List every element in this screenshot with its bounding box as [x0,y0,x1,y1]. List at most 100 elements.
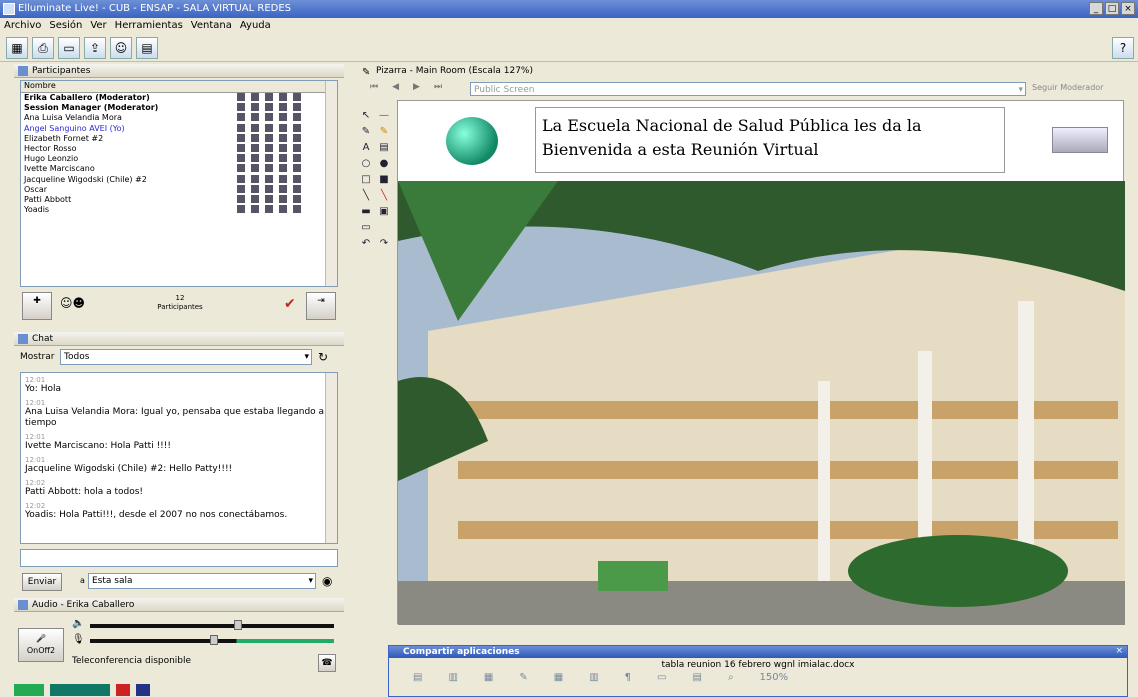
participant-row[interactable]: Session Manager (Moderator) [21,103,337,113]
send-button[interactable]: Enviar [22,573,62,591]
audio-icon[interactable] [265,205,273,214]
eye-icon[interactable]: ◉ [322,574,332,588]
audio-icon[interactable] [265,164,273,173]
paste-icon[interactable]: ▥ [448,672,457,683]
status-icons[interactable]: ☺☻ [60,296,85,310]
paragraph-icon[interactable]: ¶ [625,672,631,683]
whiteboard-permission-icon[interactable] [279,143,287,152]
layout-view-icon[interactable]: ▤ [692,672,701,683]
pen-permission-icon[interactable] [293,194,301,203]
participant-row[interactable]: Erika Caballero (Moderator) [21,93,337,103]
pen-permission-icon[interactable] [293,93,301,101]
image-icon[interactable]: ▬ [360,206,372,218]
mic-permission-icon[interactable] [237,194,245,203]
folder-icon[interactable]: ▤ [136,37,158,59]
pen-permission-icon[interactable] [293,123,301,132]
users-icon[interactable]: ☺ [110,37,132,59]
screen-select[interactable]: Public Screen ▾ [470,82,1026,96]
page-icon[interactable]: ▭ [657,672,666,683]
zoom-select[interactable]: 150% [760,672,789,683]
whiteboard-permission-icon[interactable] [279,194,287,203]
menu-sesion[interactable]: Sesión [49,18,82,34]
print-icon[interactable]: ⎙ [32,37,54,59]
mic-volume-knob[interactable] [210,635,218,645]
menu-herramientas[interactable]: Herramientas [115,18,183,34]
whiteboard-permission-icon[interactable] [279,205,287,214]
mic-permission-icon[interactable] [237,93,245,101]
whiteboard-permission-icon[interactable] [279,113,287,122]
speaker-volume-slider[interactable] [90,624,334,628]
talk-button[interactable]: 🎤 OnOff2 [18,628,64,662]
whiteboard-permission-icon[interactable] [279,103,287,112]
whiteboard-permission-icon[interactable] [279,174,287,183]
audio-icon[interactable] [265,113,273,122]
menu-ventana[interactable]: Ventana [191,18,232,34]
mic-permission-icon[interactable] [237,103,245,112]
user-icon[interactable] [251,113,259,122]
eraser-icon[interactable]: ╲ [378,190,390,202]
mic-permission-icon[interactable] [237,174,245,183]
whiteboard-permission-icon[interactable] [279,123,287,132]
rect-icon[interactable]: □ [360,174,372,186]
participant-row[interactable]: Jacqueline Wigodski (Chile) #2 [21,174,337,185]
audio-icon[interactable] [265,143,273,152]
prev-page-icon[interactable]: ◀ [392,82,399,92]
user-icon[interactable] [251,205,259,214]
teleconference-button[interactable]: ☎ [318,654,336,672]
table-icon[interactable]: ▦ [554,672,563,683]
pen-permission-icon[interactable] [293,205,301,214]
filled-rect-icon[interactable]: ■ [378,174,390,186]
participant-row[interactable]: Hugo Leonzio [21,154,337,164]
share-close-button[interactable]: × [1115,646,1123,656]
brush-icon[interactable]: ✎ [519,672,527,683]
menu-ayuda[interactable]: Ayuda [240,18,271,34]
pen-permission-icon[interactable] [293,143,301,152]
text-icon[interactable]: A [360,142,372,154]
user-icon[interactable] [251,103,259,112]
chat-input[interactable] [20,549,338,567]
redo-icon[interactable]: ↷ [378,238,390,250]
exit-button[interactable]: ⇥ [306,292,336,320]
whiteboard-permission-icon[interactable] [279,164,287,173]
text-box-icon[interactable]: ▤ [378,142,390,154]
help-icon[interactable]: ? [1112,37,1134,59]
pen-permission-icon[interactable] [293,103,301,112]
line-red-icon[interactable]: — [378,110,390,122]
screen-capture-icon[interactable]: ▭ [360,222,372,234]
circle-icon[interactable]: ○ [360,158,372,170]
participant-row[interactable]: Patti Abbott [21,194,337,205]
clipart-icon[interactable]: ▣ [378,206,390,218]
mic-permission-icon[interactable] [237,184,245,193]
participant-row[interactable]: Elizabeth Fornet #2 [21,133,337,144]
user-icon[interactable] [251,143,259,152]
undo-icon[interactable]: ↶ [360,238,372,250]
share-icon[interactable]: ⇪ [84,37,106,59]
pen-permission-icon[interactable] [293,154,301,163]
whiteboard-icon[interactable]: ▭ [58,37,80,59]
participant-row[interactable]: Angel Sanguino AVEI (Yo) [21,123,337,134]
add-participant-button[interactable]: ✚ [22,292,52,320]
last-page-icon[interactable]: ⏭ [434,82,442,92]
layout-icon[interactable]: ▦ [6,37,28,59]
audio-icon[interactable] [265,123,273,132]
menu-ver[interactable]: Ver [90,18,106,34]
participant-row[interactable]: Yoadis [21,205,337,215]
pen-permission-icon[interactable] [293,133,301,142]
audio-icon[interactable] [265,174,273,183]
menu-archivo[interactable]: Archivo [4,18,41,34]
mic-permission-icon[interactable] [237,205,245,214]
pen-icon[interactable]: ✎ [360,126,372,138]
mic-permission-icon[interactable] [237,164,245,173]
whiteboard-permission-icon[interactable] [279,133,287,142]
hand-icon[interactable] [116,684,130,696]
user-icon[interactable] [251,154,259,163]
participant-row[interactable]: Ivette Marciscano [21,164,337,174]
audio-icon[interactable] [265,154,273,163]
emoticon-icon[interactable] [136,684,150,696]
audio-icon[interactable] [265,184,273,193]
participant-row[interactable]: Hector Rosso [21,143,337,154]
user-icon[interactable] [251,133,259,142]
zoom-icon[interactable]: ⌕ [728,672,734,683]
user-icon[interactable] [251,194,259,203]
whiteboard-permission-icon[interactable] [279,93,287,101]
